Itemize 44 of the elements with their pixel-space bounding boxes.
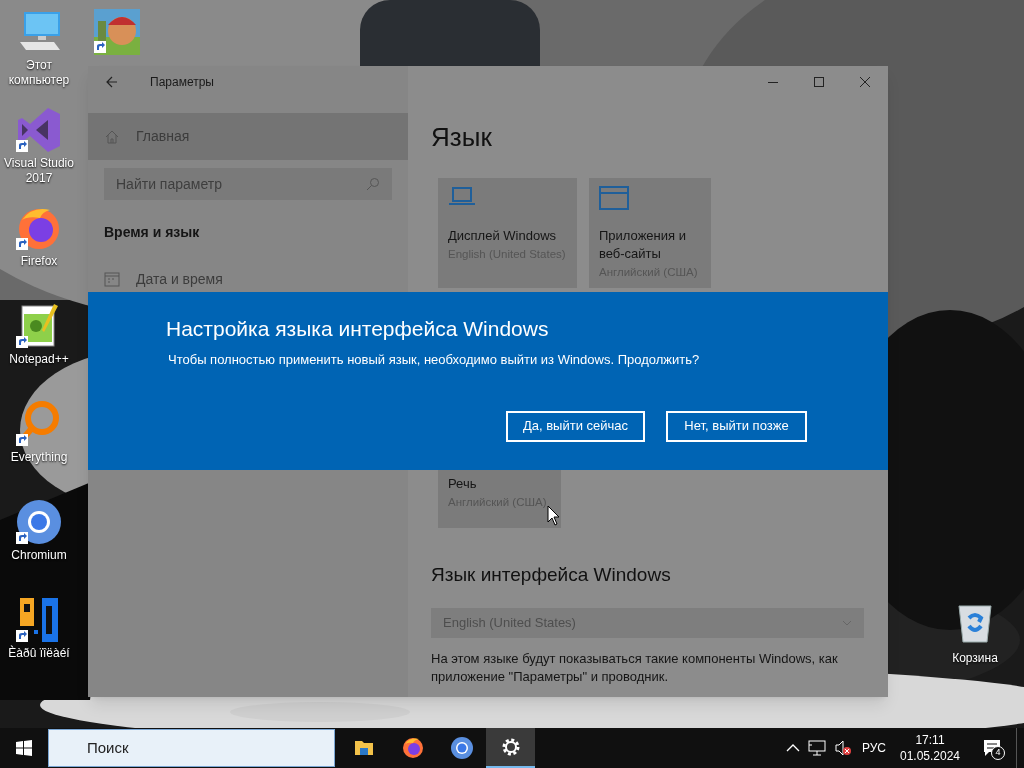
- window-icon: [599, 186, 629, 210]
- window-title: Параметры: [150, 74, 214, 91]
- description-text: На этом языке будут показываться такие компоненты Windows, как приложение "Параметры" и проводник.: [431, 650, 839, 686]
- maximize-icon: [813, 76, 825, 88]
- confirm-button[interactable]: Да, выйти сейчас: [506, 410, 645, 442]
- icon-label: Èàðû ïîëàéí: [7, 646, 71, 661]
- page-heading: Язык: [431, 121, 493, 154]
- icon-label: Chromium: [10, 548, 68, 563]
- nav-item[interactable]: Дата и время: [88, 269, 408, 289]
- language-indicator[interactable]: РУС: [861, 739, 886, 757]
- chevron-up-icon: [785, 743, 800, 753]
- home-icon: [104, 128, 120, 145]
- taskbar-search-field[interactable]: Поиск: [48, 729, 335, 767]
- calendar-icon: [104, 271, 120, 287]
- close-icon: [859, 76, 871, 88]
- tile-title: Приложения и веб-сайты: [599, 227, 687, 263]
- search-icon: [366, 177, 380, 191]
- clock-time[interactable]: 17:11: [915, 732, 945, 748]
- taskbar-app-button[interactable]: [486, 728, 535, 768]
- firefox-icon: [400, 736, 425, 760]
- dialog-message: Чтобы полностью применить новый язык, необходимо выйти из Windows. Продолжить?: [168, 351, 701, 369]
- icon-label: Notepad++: [8, 352, 70, 367]
- notifications-button[interactable]: 4: [972, 728, 1012, 768]
- icon-label: Этот компьютер: [7, 58, 71, 88]
- notification-badge: 4: [991, 746, 1005, 760]
- recycle-bin-icon: [955, 602, 995, 644]
- back-icon: [106, 76, 118, 88]
- muted-speaker-icon: [833, 740, 852, 756]
- icon-label: Firefox: [19, 254, 59, 269]
- icon-label: Корзина: [952, 650, 998, 667]
- network-icon: [807, 740, 826, 756]
- clock-date[interactable]: 01.05.2024: [899, 748, 961, 764]
- chevron-down-icon: [842, 620, 852, 626]
- tile-title: Дисплей Windows: [448, 227, 558, 245]
- character-icon: [92, 7, 142, 57]
- icon-label: Visual Studio 2017: [3, 156, 75, 186]
- cancel-button[interactable]: Нет, выйти позже: [666, 410, 807, 442]
- chromium-icon: [449, 736, 474, 760]
- dialog-title: Настройка языка интерфейса Windows: [166, 316, 550, 342]
- section-heading: Время и язык: [104, 223, 201, 242]
- tile-title: Речь: [448, 475, 478, 493]
- windows-logo-icon: [16, 740, 32, 756]
- section-heading: Язык интерфейса Windows: [431, 563, 672, 587]
- cursor-icon: [547, 505, 560, 526]
